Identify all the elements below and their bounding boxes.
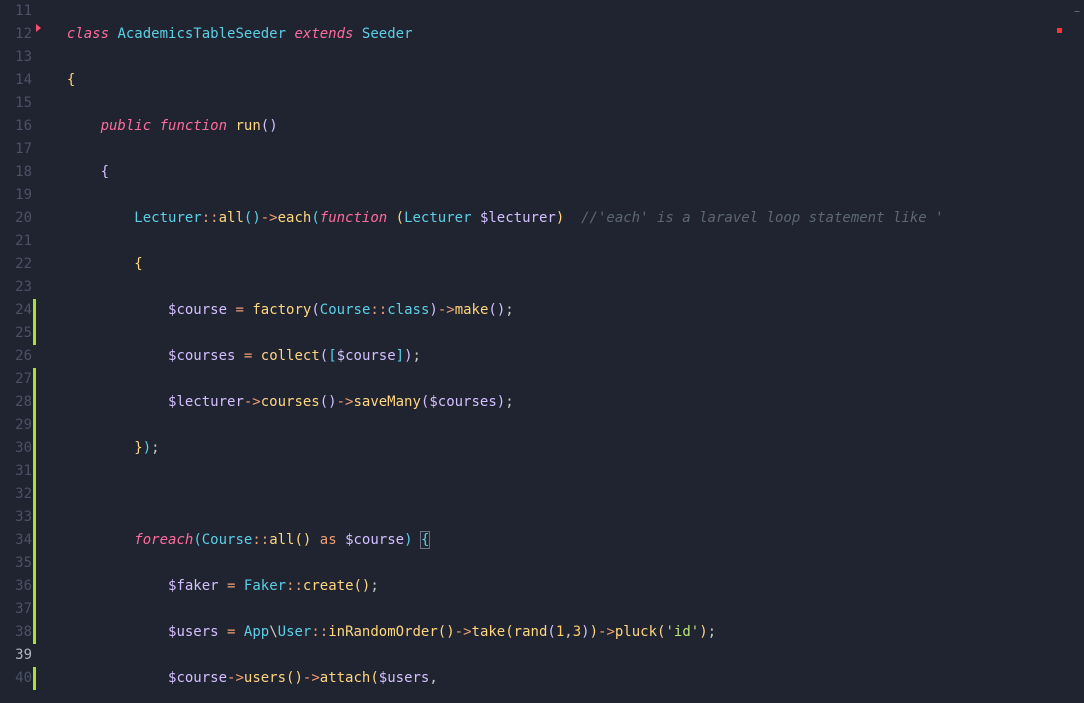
line-number: 11 [0, 0, 32, 23]
code-line[interactable]: class AcademicsTableSeeder extends Seede… [50, 23, 1084, 46]
code-line[interactable]: $courses = collect([$course]); [50, 345, 1084, 368]
line-number: 16 [0, 115, 32, 138]
line-number: 28 [0, 391, 32, 414]
line-number: 38 [0, 621, 32, 644]
line-number: 32 [0, 483, 32, 506]
code-line[interactable]: Lecturer::all()->each(function (Lecturer… [50, 207, 1084, 230]
line-number: 13 [0, 46, 32, 69]
line-number: 31 [0, 460, 32, 483]
line-number: 17 [0, 138, 32, 161]
line-number: 37 [0, 598, 32, 621]
code-line[interactable]: { [50, 253, 1084, 276]
line-number: 21 [0, 230, 32, 253]
fold-marker-icon[interactable] [36, 24, 41, 32]
code-line[interactable]: $lecturer->courses()->saveMany($courses)… [50, 391, 1084, 414]
line-number: 14 [0, 69, 32, 92]
code-line[interactable]: foreach(Course::all() as $course) { [50, 529, 1084, 552]
code-line[interactable]: { [50, 69, 1084, 92]
code-line[interactable]: public function run() [50, 115, 1084, 138]
line-number: 18 [0, 161, 32, 184]
code-line[interactable]: { [50, 161, 1084, 184]
line-number: 20 [0, 207, 32, 230]
line-number: 35 [0, 552, 32, 575]
line-number: 33 [0, 506, 32, 529]
code-line[interactable]: $course = factory(Course::class)->make()… [50, 299, 1084, 322]
code-line[interactable]: $course->users()->attach($users, [50, 667, 1084, 690]
code-line[interactable]: $users = App\User::inRandomOrder()->take… [50, 621, 1084, 644]
code-line[interactable]: }); [50, 437, 1084, 460]
line-number: 29 [0, 414, 32, 437]
line-number: 24 [0, 299, 32, 322]
line-number: 26 [0, 345, 32, 368]
line-number: 12 [0, 23, 32, 46]
line-number: 34 [0, 529, 32, 552]
line-number: 36 [0, 575, 32, 598]
change-bar [33, 0, 36, 703]
code-editor[interactable]: ⎯ 11 12 13 14 15 16 17 18 19 20 21 22 23… [0, 0, 1084, 703]
line-number: 27 [0, 368, 32, 391]
line-number: 40 [0, 667, 32, 690]
line-number-gutter: 11 12 13 14 15 16 17 18 19 20 21 22 23 2… [0, 0, 44, 703]
line-number: 30 [0, 437, 32, 460]
line-number: 25 [0, 322, 32, 345]
line-number: 22 [0, 253, 32, 276]
line-number: 15 [0, 92, 32, 115]
code-line[interactable] [50, 483, 1084, 506]
line-number: 39 [0, 644, 32, 667]
line-number: 23 [0, 276, 32, 299]
code-line[interactable]: $faker = Faker::create(); [50, 575, 1084, 598]
code-area[interactable]: class AcademicsTableSeeder extends Seede… [44, 0, 1084, 703]
line-number: 19 [0, 184, 32, 207]
